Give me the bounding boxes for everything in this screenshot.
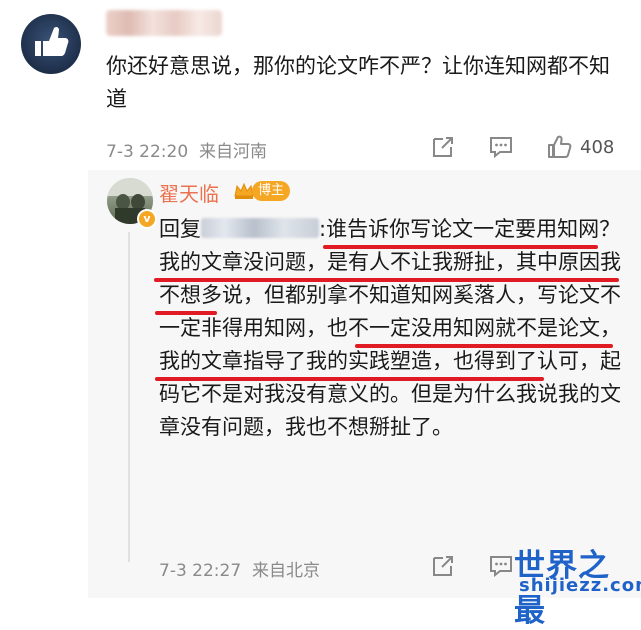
watermark-url: shijiezz.com [519,575,641,596]
share-button[interactable] [430,134,456,164]
highlight-underline [355,344,613,348]
reply-share-button[interactable] [430,553,456,583]
reply-username[interactable]: 翟天临 [159,178,219,207]
comment-icon [490,556,512,578]
like-icon [548,135,572,158]
reply-location: 来自北京 [251,561,320,581]
reply-text: :谁告诉你写论文一定要用知网？我的文章没问题，是有人不让我掰扯，其中原因我不想多… [159,217,621,439]
share-icon [433,137,453,157]
avatar-commenter[interactable] [21,14,81,74]
reply-time: 7-3 22:27 [159,561,242,581]
comment-time: 7-3 22:20 [106,142,189,162]
reply-meta: 7-3 22:27 来自北京 [159,556,320,581]
comment-button[interactable] [488,134,514,164]
verified-icon: v [137,209,157,229]
comment-icon [490,137,512,159]
commenter-name-redacted [106,10,222,36]
highlight-underline [155,377,544,381]
thumbs-up-icon [35,26,69,56]
author-badge: 博主 [252,181,291,201]
reply-prefix: 回复 [159,217,201,241]
highlight-underline [323,245,598,249]
thread-line [128,232,130,562]
comment-location: 来自河南 [198,142,267,162]
mention-redacted[interactable] [201,218,319,238]
highlight-underline [154,278,619,282]
like-count: 408 [580,137,615,158]
share-icon [433,556,453,576]
comment-text: 你还好意思说，那你的论文咋不严？让你连知网都不知道 [106,54,610,111]
highlight-underline [155,311,217,315]
reply-comment-button[interactable] [488,553,514,583]
like-button[interactable] [546,134,572,164]
comment-meta: 7-3 22:20 来自河南 [106,137,267,162]
